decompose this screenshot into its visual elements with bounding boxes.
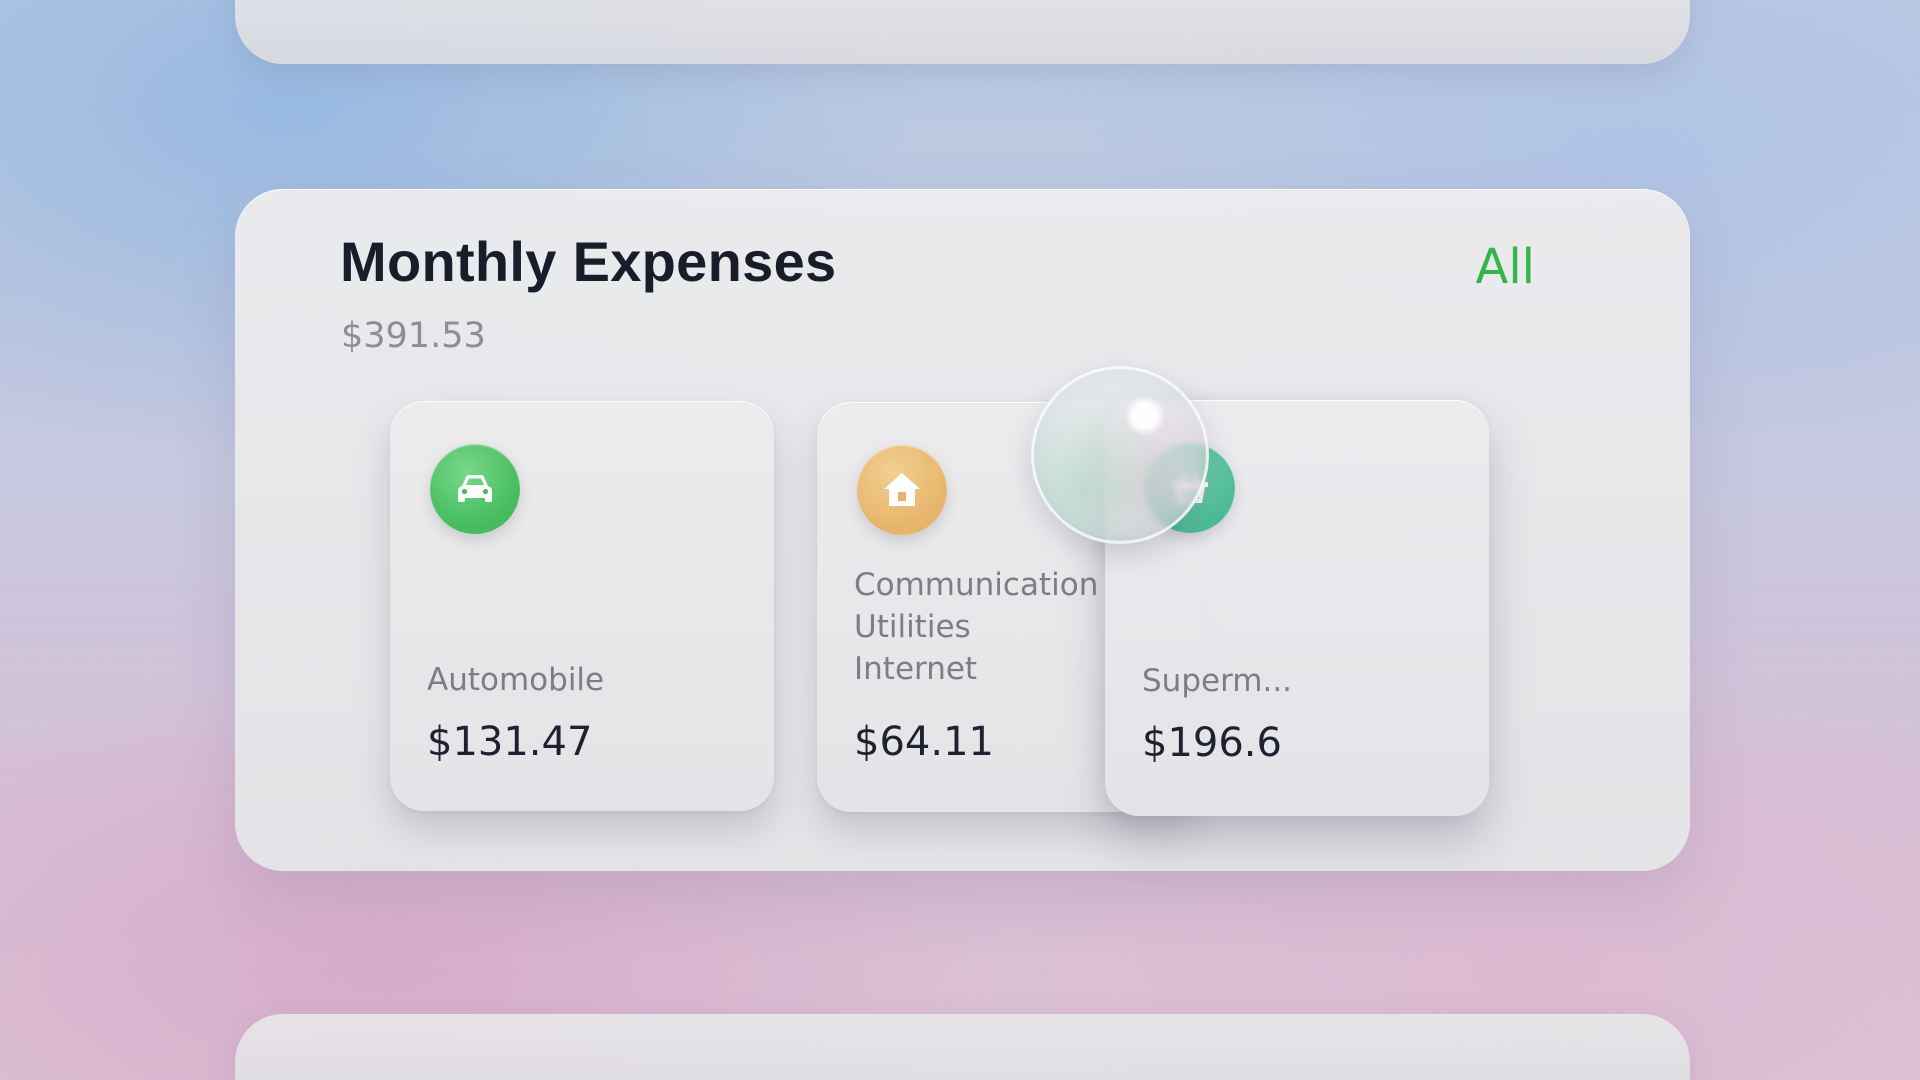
- category-label: Superm...: [1142, 663, 1293, 699]
- category-label: Automobile: [427, 662, 605, 698]
- card-title: Monthly Expenses: [340, 230, 837, 293]
- category-amount: $64.11: [854, 719, 994, 765]
- category-tile-automobile[interactable]: Automobile $131.47: [390, 401, 774, 811]
- category-label-line-3: Internet: [854, 651, 978, 687]
- previous-card: [235, 0, 1690, 64]
- car-icon: [430, 444, 520, 534]
- category-amount: $131.47: [427, 719, 593, 765]
- drag-bubble-cursor[interactable]: [1031, 366, 1209, 544]
- next-card: [235, 1014, 1690, 1080]
- total-amount: $391.53: [341, 316, 486, 356]
- category-label-line-1: Communication: [854, 567, 1099, 603]
- category-amount: $196.6: [1142, 720, 1282, 766]
- monthly-expenses-card: Monthly Expenses $391.53 All Automobile …: [235, 189, 1690, 871]
- category-label-line-2: Utilities: [854, 609, 971, 645]
- house-icon: [857, 445, 947, 535]
- all-link[interactable]: All: [1475, 239, 1535, 295]
